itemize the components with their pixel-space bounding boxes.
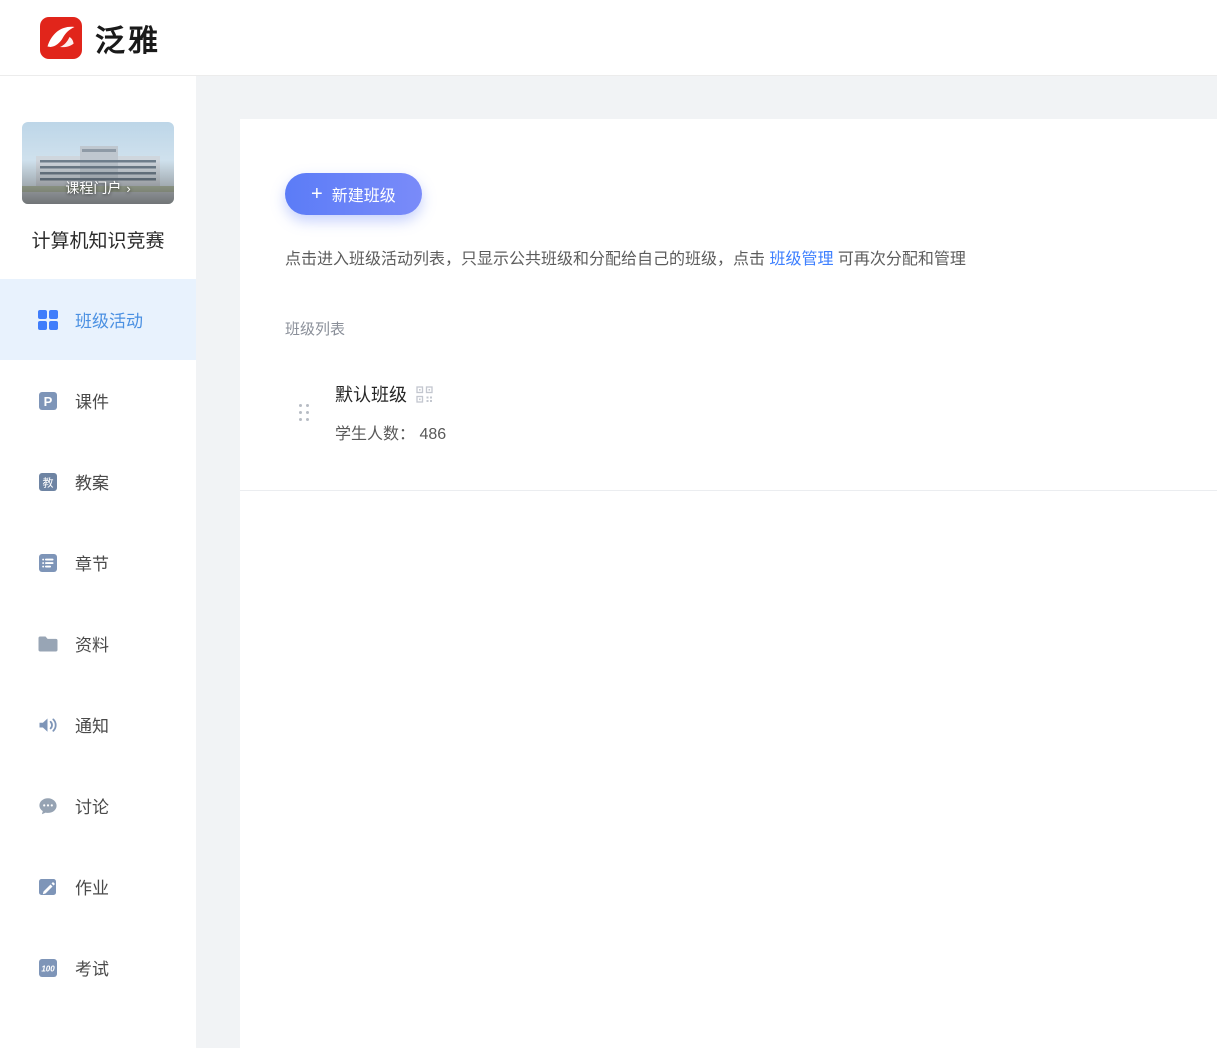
materials-folder-icon xyxy=(36,632,60,656)
sidebar-item-exams[interactable]: 100 考试 xyxy=(0,927,196,1008)
courseware-icon: P xyxy=(36,389,60,413)
brand-name: 泛雅 xyxy=(95,16,161,60)
sidebar-item-chapters[interactable]: 章节 xyxy=(0,522,196,603)
course-portal-caption: 课程门户 › xyxy=(22,178,174,198)
sidebar-item-discussions[interactable]: 讨论 xyxy=(0,765,196,846)
class-list-description: 点击进入班级活动列表，只显示公共班级和分配给自己的班级，点击 班级管理 可再次分… xyxy=(285,248,1217,272)
qr-code-icon[interactable] xyxy=(416,386,433,403)
sidebar-item-lesson-plans[interactable]: 教 教案 xyxy=(0,441,196,522)
sidebar-item-class-activities[interactable]: 班级活动 xyxy=(0,279,196,360)
chapters-icon xyxy=(36,551,60,575)
new-class-button-label: 新建班级 xyxy=(332,182,396,206)
exam-icon: 100 xyxy=(36,956,60,980)
plus-icon: + xyxy=(311,184,323,204)
svg-text:100: 100 xyxy=(41,964,55,973)
sidebar: 课程门户 › 计算机知识竞赛 班级活动 P xyxy=(0,76,196,1048)
drag-handle-icon[interactable] xyxy=(295,400,313,425)
class-list-item[interactable]: 默认班级 xyxy=(285,381,1217,444)
lesson-plan-icon: 教 xyxy=(36,470,60,494)
row-divider xyxy=(240,490,1217,491)
description-prefix: 点击进入班级活动列表，只显示公共班级和分配给自己的班级，点击 xyxy=(285,251,769,268)
sidebar-item-materials[interactable]: 资料 xyxy=(0,603,196,684)
sidebar-nav: 班级活动 P 课件 教 教案 xyxy=(0,279,196,1008)
app-header: 泛雅 xyxy=(0,0,1217,76)
notice-speaker-icon xyxy=(36,713,60,737)
main-area: + 新建班级 点击进入班级活动列表，只显示公共班级和分配给自己的班级，点击 班级… xyxy=(196,76,1217,1048)
class-students-count: 学生人数： 486 xyxy=(335,420,446,444)
course-portal-label: 课程门户 xyxy=(65,178,121,198)
grid-icon xyxy=(36,308,60,332)
sidebar-item-courseware[interactable]: P 课件 xyxy=(0,360,196,441)
course-portal-card[interactable]: 课程门户 › xyxy=(22,122,174,204)
class-list-label: 班级列表 xyxy=(285,318,1217,339)
homework-icon xyxy=(36,875,60,899)
new-class-button[interactable]: + 新建班级 xyxy=(285,173,422,215)
description-suffix: 可再次分配和管理 xyxy=(833,251,965,268)
course-title: 计算机知识竞赛 xyxy=(18,226,178,257)
brand[interactable]: 泛雅 xyxy=(40,16,161,60)
sidebar-item-homework[interactable]: 作业 xyxy=(0,846,196,927)
discussion-chat-icon xyxy=(36,794,60,818)
chevron-right-icon: › xyxy=(126,182,130,195)
class-manage-link[interactable]: 班级管理 xyxy=(769,251,833,268)
content-card: + 新建班级 点击进入班级活动列表，只显示公共班级和分配给自己的班级，点击 班级… xyxy=(240,119,1217,1048)
class-name[interactable]: 默认班级 xyxy=(335,381,407,407)
sidebar-item-notifications[interactable]: 通知 xyxy=(0,684,196,765)
brand-logo-icon xyxy=(40,17,82,59)
class-info: 默认班级 xyxy=(335,381,446,444)
svg-text:P: P xyxy=(44,394,53,409)
svg-text:教: 教 xyxy=(43,476,54,489)
